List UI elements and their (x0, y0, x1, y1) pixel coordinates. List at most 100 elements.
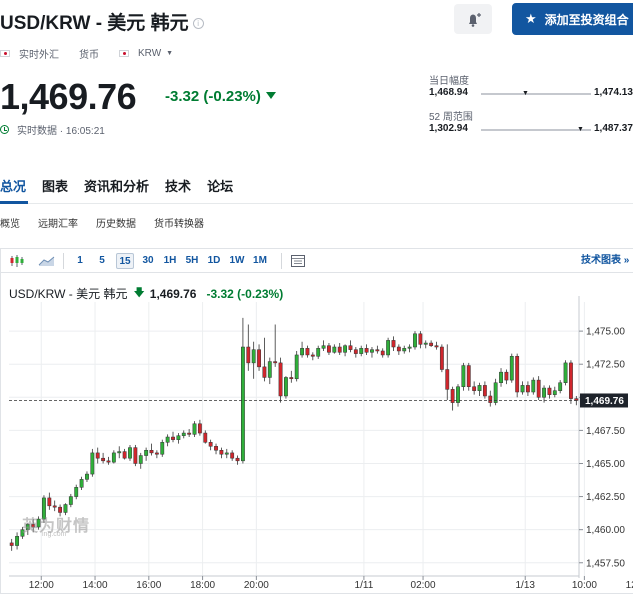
candle-body (257, 349, 261, 368)
timeframe-1m[interactable]: 1M (251, 253, 269, 269)
candle-body (122, 451, 127, 459)
technical-chart-link[interactable]: 技术图表 » (581, 253, 629, 269)
currency-code-selector[interactable]: KRW (138, 48, 161, 59)
main-tabs: 总况 图表 资讯和分析 技术 论坛 (0, 176, 249, 195)
price-chart[interactable]: 1,475.001,472.501,470.001,467.501,465.00… (0, 296, 633, 594)
candle-body (85, 473, 89, 480)
candle-body (235, 457, 240, 462)
chevron-down-icon[interactable]: ▼ (166, 50, 173, 57)
info-icon[interactable]: i (192, 18, 204, 29)
add-to-portfolio-label: 添加至投资组合 (544, 12, 629, 27)
y-tick-label: 1,462.50 (586, 492, 625, 503)
candle-body (337, 346, 342, 353)
tab-forum[interactable]: 论坛 (207, 176, 233, 195)
week52-range-low: 1,302.94 (429, 123, 468, 134)
candle-body (305, 348, 310, 356)
kr-flag-icon (0, 50, 10, 57)
candle-body (504, 371, 509, 381)
candle-body (552, 390, 557, 395)
candle-body (165, 436, 170, 443)
candle-body (176, 435, 181, 440)
candle-body (332, 346, 337, 353)
candle-body (251, 349, 256, 364)
candle-body (353, 349, 358, 354)
timeframe-30[interactable]: 30 (140, 253, 156, 269)
subtab-currency-converter[interactable]: 货币转换器 (154, 215, 204, 230)
kr-flag-icon (119, 50, 129, 57)
candle-body (536, 379, 541, 398)
area-type-icon[interactable] (38, 253, 56, 269)
candle-body (310, 354, 315, 357)
day-range-label: 当日幅度 (429, 76, 469, 87)
candle-body (348, 345, 353, 350)
pair-title: USD/KRW - 美元 韩元 (0, 13, 189, 34)
timeframe-1d[interactable]: 1D (206, 253, 222, 269)
timeframe-1h[interactable]: 1H (162, 253, 178, 269)
tab-news-analysis[interactable]: 资讯和分析 (84, 176, 149, 195)
candle-body (515, 356, 520, 393)
star-icon: ★ (525, 11, 537, 26)
candle-body (316, 348, 321, 357)
candle-body (402, 348, 407, 352)
day-range-high: 1,474.13 (594, 87, 633, 98)
tab-overview[interactable]: 总况 (0, 176, 26, 195)
timeframe-1[interactable]: 1 (75, 253, 85, 269)
x-tick-label: 14:00 (83, 580, 108, 591)
day-range-marker: ▼ (522, 90, 529, 97)
candle-body (499, 371, 503, 383)
subtab-historical-data[interactable]: 历史数据 (96, 215, 136, 230)
candle-body (106, 460, 111, 463)
candle-body (101, 457, 106, 462)
instrument-meta: 实时外汇 货币 KRW ▼ (0, 46, 173, 61)
add-to-portfolio-button[interactable]: ★ 添加至投资组合 (512, 3, 633, 35)
candle-body (197, 423, 202, 434)
candle-body (284, 377, 288, 397)
x-tick-label: 16:00 (136, 580, 161, 591)
timeframe-5h[interactable]: 5H (184, 253, 200, 269)
candlestick-type-icon[interactable] (8, 253, 26, 269)
timeframe-5[interactable]: 5 (97, 253, 107, 269)
realtime-fx-label: 实时外汇 (19, 50, 59, 61)
candle-body (386, 340, 391, 356)
week52-range-bar: ▼ (481, 126, 591, 133)
candle-body (68, 496, 73, 505)
active-tab-indicator (0, 201, 28, 204)
y-tick-label: 1,475.00 (586, 327, 625, 338)
candle-body (531, 379, 536, 393)
x-tick-label: 1/11 (355, 580, 374, 591)
candle-body (74, 487, 79, 497)
day-range-bar: ▼ (481, 90, 591, 97)
candle-body (434, 345, 439, 348)
candle-body (509, 356, 514, 381)
candle-body (445, 369, 450, 390)
candle-body (343, 345, 348, 353)
calendar-icon[interactable] (289, 253, 307, 269)
subtab-forward-rates[interactable]: 远期汇率 (38, 215, 78, 230)
timeframe-1w[interactable]: 1W (228, 253, 246, 269)
candle-body (187, 432, 192, 435)
candle-body (160, 442, 165, 455)
toolbar-divider (281, 253, 282, 269)
candle-body (439, 346, 444, 370)
candle-body (380, 350, 385, 356)
candle-body (90, 452, 95, 475)
y-tick-label: 1,460.00 (586, 525, 625, 536)
candle-body (9, 542, 14, 546)
bell-plus-icon (469, 13, 481, 27)
week52-range-high: 1,487.37 (594, 123, 633, 134)
tab-technical[interactable]: 技术 (165, 176, 191, 195)
toolbar-divider (63, 253, 64, 269)
candle-body (418, 333, 423, 345)
subtab-overview[interactable]: 概览 (0, 215, 20, 230)
price-change-value: -3.32 (-0.23%) (165, 88, 261, 105)
candle-body (289, 377, 294, 380)
candle-body (569, 362, 573, 399)
timeframe-15[interactable]: 15 (116, 253, 134, 269)
candle-body (192, 423, 197, 435)
tab-chart[interactable]: 图表 (42, 176, 68, 195)
candle-body (154, 452, 159, 455)
candle-body (47, 497, 52, 507)
candle-body (375, 349, 380, 352)
realtime-status: 实时数据 · 16:05:21 (0, 122, 105, 137)
create-alert-button[interactable] (454, 4, 492, 34)
